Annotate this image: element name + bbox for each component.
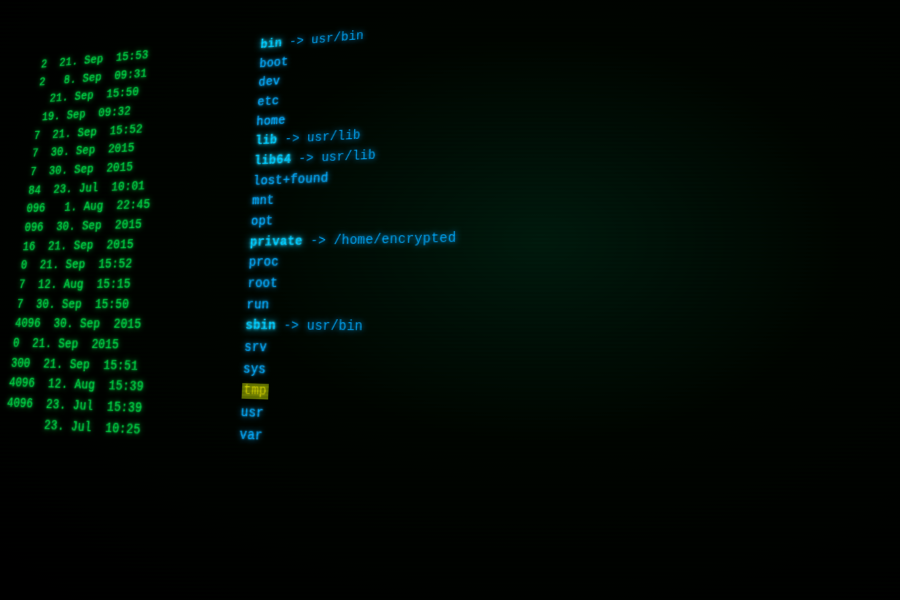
left-row: 7 30. Sep 15:50 xyxy=(16,295,230,316)
dir-entry-root: root xyxy=(247,270,731,295)
left-row: 0 21. Sep 15:52 xyxy=(20,254,233,277)
right-column: bin -> usr/bin boot dev etc home lib -> … xyxy=(221,0,739,473)
left-row: 7 12. Aug 15:15 xyxy=(18,274,231,295)
dir-entry-run: run xyxy=(246,294,732,319)
tmp-highlight: tmp xyxy=(242,384,269,400)
terminal-screen: 2 21. Sep 15:53 2 8. Sep 09:31 21. Sep 1… xyxy=(0,0,900,600)
left-column: 2 21. Sep 15:53 2 8. Sep 09:31 21. Sep 1… xyxy=(4,38,245,446)
content-wrapper: 2 21. Sep 15:53 2 8. Sep 09:31 21. Sep 1… xyxy=(13,0,900,600)
terminal-content: 2 21. Sep 15:53 2 8. Sep 09:31 21. Sep 1… xyxy=(0,0,900,512)
